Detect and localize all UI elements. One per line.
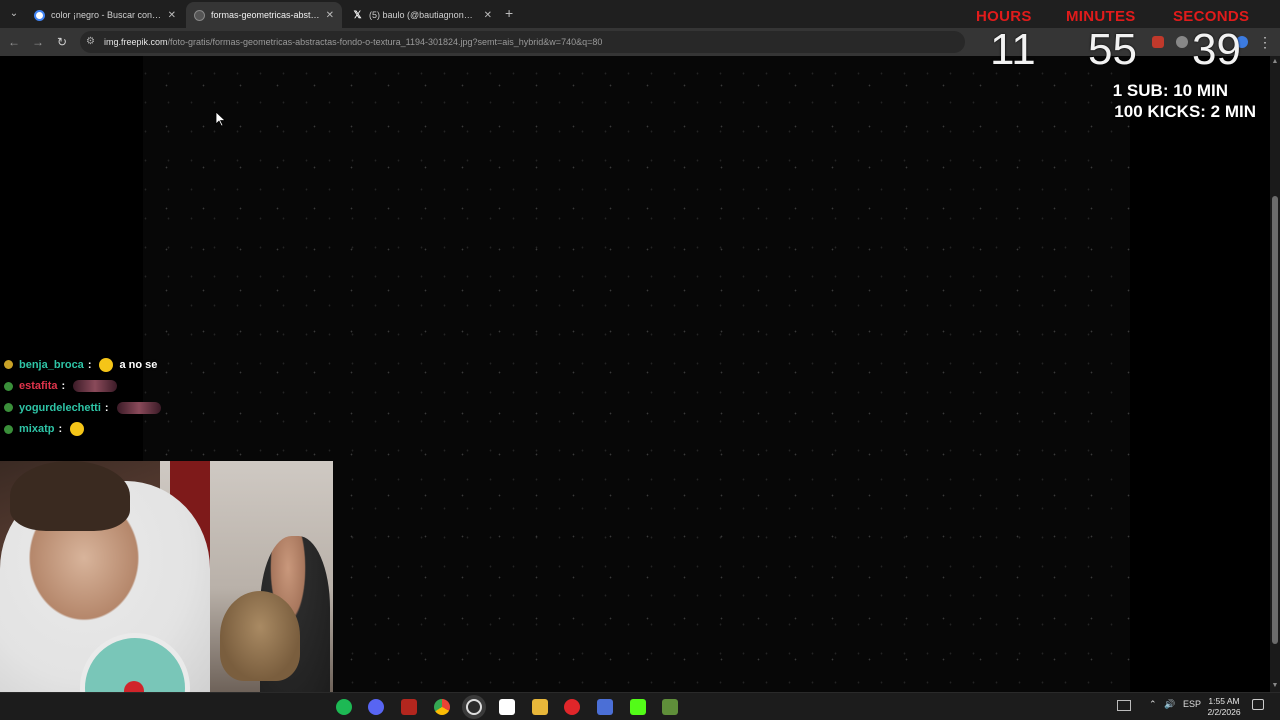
x-icon: 𝕏 <box>353 9 362 21</box>
forward-button[interactable]: → <box>30 34 46 50</box>
smile-emote-icon <box>99 357 114 372</box>
chat-username: mixatp <box>19 423 55 436</box>
chat-message: yogurdelechetti : <box>4 397 244 419</box>
capcut-icon[interactable] <box>499 699 515 715</box>
minutes-value: 55 <box>1088 25 1137 74</box>
chat-separator: : <box>61 380 66 393</box>
hours-label: HOURS <box>976 8 1032 25</box>
video-editor-icon[interactable] <box>401 699 417 715</box>
show-hidden-icons-icon[interactable]: ⌃ <box>1149 699 1157 710</box>
clock-date: 2/2/2026 <box>1207 707 1241 717</box>
chat-separator: : <box>58 423 63 436</box>
back-button[interactable]: ← <box>6 34 22 50</box>
site-info-icon[interactable]: ⚙ <box>86 36 98 48</box>
chat-text: a no se <box>119 358 158 371</box>
system-clock[interactable]: 1:55 AM 2/2/2026 <box>1204 696 1244 718</box>
language-indicator[interactable]: ESP <box>1183 699 1201 709</box>
tab-title: formas-geometricas-abstractas-fondo-o-te… <box>211 10 320 20</box>
new-tab-button[interactable]: + <box>505 6 513 20</box>
kick-icon[interactable] <box>630 699 646 715</box>
tab-google-search[interactable]: color ¡negro - Buscar con Google ✕ <box>26 2 184 28</box>
minutes-label: MINUTES <box>1066 8 1136 25</box>
user-badge-icon <box>4 381 13 391</box>
url-text[interactable]: img.freepik.com/foto-gratis/formas-geome… <box>104 37 602 47</box>
tab-search-button[interactable]: ⌄ <box>6 6 22 22</box>
scrollbar-thumb[interactable] <box>1272 196 1278 644</box>
close-icon[interactable]: ✕ <box>326 10 334 21</box>
close-icon[interactable]: ✕ <box>168 10 176 21</box>
minecraft-icon[interactable] <box>662 699 678 715</box>
volume-icon[interactable]: 🔊 <box>1164 699 1175 710</box>
url-path: /foto-gratis/formas-geometricas-abstract… <box>167 37 603 47</box>
chat-message: estafita : <box>4 376 244 398</box>
discord-icon[interactable] <box>368 699 384 715</box>
webcam-feed <box>0 461 333 692</box>
browser-menu-icon[interactable]: ⋮ <box>1258 34 1272 50</box>
extension-icon[interactable] <box>1176 36 1188 48</box>
obs-icon[interactable] <box>466 699 482 715</box>
mouse-cursor-icon <box>215 111 227 127</box>
chat-message: benja_broca : a no se <box>4 354 244 376</box>
hours-value: 11 <box>990 25 1036 74</box>
chat-separator: : <box>87 358 92 371</box>
user-badge-icon <box>4 424 13 434</box>
extension-icon[interactable] <box>1152 36 1164 48</box>
chat-username: benja_broca <box>19 358 84 371</box>
user-badge-icon <box>4 403 13 413</box>
clock-time: 1:55 AM <box>1208 696 1240 706</box>
webcam-cat <box>220 591 300 681</box>
google-icon <box>34 9 45 21</box>
tab-freepik-image[interactable]: formas-geometricas-abstractas-fondo-o-te… <box>186 2 342 28</box>
opera-gx-icon[interactable] <box>564 699 580 715</box>
close-icon[interactable]: ✕ <box>484 10 492 21</box>
windows-taskbar: ⌃ 🔊 ESP 1:55 AM 2/2/2026 <box>0 692 1280 720</box>
user-badge-icon <box>4 360 13 370</box>
webcam-person <box>10 461 130 531</box>
reload-button[interactable]: ↻ <box>54 34 70 50</box>
sub-rule-text: 1 SUB: 10 MIN <box>1112 81 1228 100</box>
tab-title: color ¡negro - Buscar con Google <box>51 10 162 20</box>
chat-username: estafita <box>19 380 58 393</box>
file-explorer-icon[interactable] <box>532 699 548 715</box>
freepik-icon <box>194 9 205 21</box>
smile-emote-icon <box>70 422 85 437</box>
address-bar[interactable]: ⚙ img.freepik.com/foto-gratis/formas-geo… <box>80 31 965 53</box>
tab-title: (5) baulo (@bautiagnone) / X <box>369 10 478 20</box>
seconds-value: 39 <box>1192 25 1241 74</box>
notifications-icon[interactable] <box>1252 699 1264 710</box>
chat-message: mixatp : <box>4 419 244 441</box>
keyboard-icon[interactable] <box>1117 700 1131 711</box>
chat-username: yogurdelechetti <box>19 401 101 414</box>
vertical-scrollbar[interactable]: ▲ ▼ <box>1270 56 1280 692</box>
tab-x-profile[interactable]: 𝕏 (5) baulo (@bautiagnone) / X ✕ <box>344 2 500 28</box>
scroll-up-icon[interactable]: ▲ <box>1271 58 1279 66</box>
spotify-icon[interactable] <box>336 699 352 715</box>
stream-chat: benja_broca : a no se estafita : yogurde… <box>4 354 244 440</box>
seconds-label: SECONDS <box>1173 8 1250 25</box>
wide-emote-icon <box>116 401 161 414</box>
url-host: img.freepik.com <box>104 37 168 47</box>
chat-separator: : <box>104 401 109 414</box>
wide-emote-icon <box>73 380 118 393</box>
app-icon[interactable] <box>597 699 613 715</box>
scroll-down-icon[interactable]: ▼ <box>1271 682 1279 690</box>
kicks-rule-text: 100 KICKS: 2 MIN <box>1114 102 1256 121</box>
chrome-icon[interactable] <box>434 699 450 715</box>
